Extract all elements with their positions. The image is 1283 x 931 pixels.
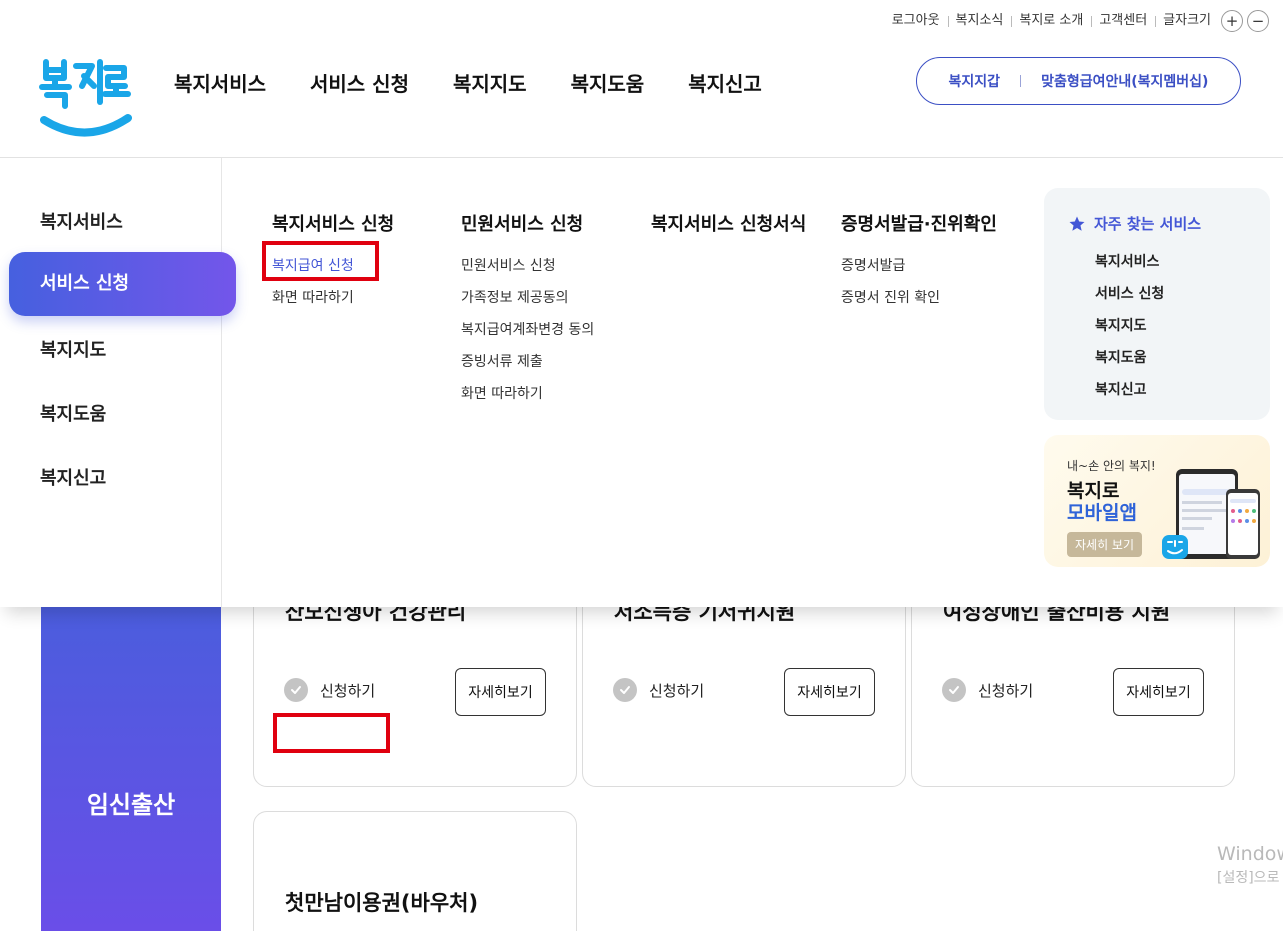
support-link[interactable]: 고객센터: [1091, 8, 1155, 34]
font-size-label: 글자크기: [1155, 8, 1217, 34]
detail-button[interactable]: 자세히보기: [455, 668, 546, 716]
link-civil-service-apply[interactable]: 민원서비스 신청: [461, 255, 556, 275]
apply-button[interactable]: 신청하기: [284, 678, 375, 702]
category-title: 임신출산: [86, 791, 176, 819]
fav-link-welfare-report[interactable]: 복지신고: [1095, 379, 1147, 399]
side-item-welfare-help[interactable]: 복지도움: [40, 400, 106, 426]
banner-detail-button[interactable]: 자세히 보기: [1067, 532, 1142, 557]
fav-link-service-apply[interactable]: 서비스 신청: [1095, 283, 1164, 303]
fav-link-welfare-help[interactable]: 복지도움: [1095, 347, 1147, 367]
apply-button[interactable]: 신청하기: [613, 678, 704, 702]
pill-divider: [1020, 75, 1022, 87]
favorite-services-label: 자주 찾는 서비스: [1094, 215, 1202, 233]
fav-link-welfare-map[interactable]: 복지지도: [1095, 315, 1147, 335]
apply-label: 신청하기: [649, 681, 705, 700]
detail-button[interactable]: 자세히보기: [784, 668, 875, 716]
link-account-change-consent[interactable]: 복지급여계좌변경 동의: [461, 319, 594, 339]
link-family-info-consent[interactable]: 가족정보 제공동의: [461, 287, 569, 307]
column-title-civil-apply[interactable]: 민원서비스 신청: [461, 210, 583, 236]
side-item-welfare-map[interactable]: 복지지도: [40, 336, 106, 362]
side-item-service-apply[interactable]: 서비스 신청: [9, 252, 236, 316]
service-card: 첫만남이용권(바우처): [253, 811, 577, 931]
global-nav: 복지서비스 서비스 신청 복지지도 복지도움 복지신고: [174, 68, 806, 100]
apply-button[interactable]: 신청하기: [942, 678, 1033, 702]
mega-menu: 복지서비스 서비스 신청 복지지도 복지도움 복지신고 복지서비스 신청 복지급…: [0, 158, 1283, 607]
side-item-welfare-report[interactable]: 복지신고: [40, 464, 106, 490]
utility-bar: 로그아웃 복지소식 복지로 소개 고객센터 글자크기 + −: [884, 8, 1269, 34]
star-icon: [1068, 215, 1086, 233]
gnb-welfare-map[interactable]: 복지지도: [453, 68, 527, 100]
quick-links-pill: 복지지갑 맞춤형급여안내(복지멤버십): [916, 57, 1241, 105]
check-circle-icon: [284, 678, 308, 702]
bokjiro-logo-icon: [39, 59, 132, 137]
detail-button[interactable]: 자세히보기: [1113, 668, 1204, 716]
link-certificate-issue[interactable]: 증명서발급: [841, 255, 905, 275]
favorite-services-box: 자주 찾는 서비스 복지서비스 서비스 신청 복지지도 복지도움 복지신고: [1044, 188, 1270, 420]
favorite-services-title: 자주 찾는 서비스: [1068, 213, 1201, 234]
link-document-submit[interactable]: 증빙서류 제출: [461, 351, 543, 371]
banner-title-accent: 모바일앱: [1067, 502, 1137, 524]
mega-menu-sidebar: 복지서비스 서비스 신청 복지지도 복지도움 복지신고: [0, 158, 236, 607]
membership-link[interactable]: 맞춤형급여안내(복지멤버십): [1041, 71, 1208, 91]
gnb-welfare-report[interactable]: 복지신고: [688, 68, 762, 100]
fav-link-welfare-service[interactable]: 복지서비스: [1095, 251, 1159, 271]
apply-label: 신청하기: [320, 681, 376, 700]
phone-mockup-icon: [1160, 465, 1264, 567]
banner-subtitle: 내~손 안의 복지!: [1067, 459, 1156, 473]
check-circle-icon: [942, 678, 966, 702]
link-certificate-verify[interactable]: 증명서 진위 확인: [841, 287, 940, 307]
gnb-service-apply[interactable]: 서비스 신청: [310, 68, 409, 100]
side-item-welfare-service[interactable]: 복지서비스: [40, 208, 123, 234]
link-tutorial[interactable]: 화면 따라하기: [272, 287, 354, 307]
column-title-certificate[interactable]: 증명서발급·진위확인: [841, 210, 997, 236]
gnb-welfare-help[interactable]: 복지도움: [571, 68, 645, 100]
column-title-apply-forms[interactable]: 복지서비스 신청서식: [651, 210, 806, 236]
link-welfare-benefit-apply[interactable]: 복지급여 신청: [272, 255, 354, 275]
mobile-app-banner[interactable]: 내~손 안의 복지! 복지로 모바일앱 자세히 보기: [1044, 435, 1270, 567]
welfare-wallet-link[interactable]: 복지지갑: [949, 71, 1001, 91]
apply-label: 신청하기: [978, 681, 1034, 700]
gnb-welfare-service[interactable]: 복지서비스: [174, 68, 266, 100]
check-circle-icon: [613, 678, 637, 702]
windows-watermark-sub: [설정]으로: [1217, 870, 1280, 886]
column-title-welfare-apply[interactable]: 복지서비스 신청: [272, 210, 394, 236]
news-link[interactable]: 복지소식: [947, 8, 1012, 34]
about-link[interactable]: 복지로 소개: [1011, 8, 1091, 34]
category-panel: 임신출산: [41, 607, 221, 931]
link-tutorial[interactable]: 화면 따라하기: [461, 383, 543, 403]
windows-watermark: Window: [1217, 843, 1283, 865]
font-size-decrease-button[interactable]: −: [1247, 10, 1269, 32]
logout-link[interactable]: 로그아웃: [884, 8, 948, 34]
font-size-increase-button[interactable]: +: [1221, 10, 1243, 32]
site-logo[interactable]: [38, 54, 134, 140]
card-title: 첫만남이용권(바우처): [285, 891, 479, 915]
